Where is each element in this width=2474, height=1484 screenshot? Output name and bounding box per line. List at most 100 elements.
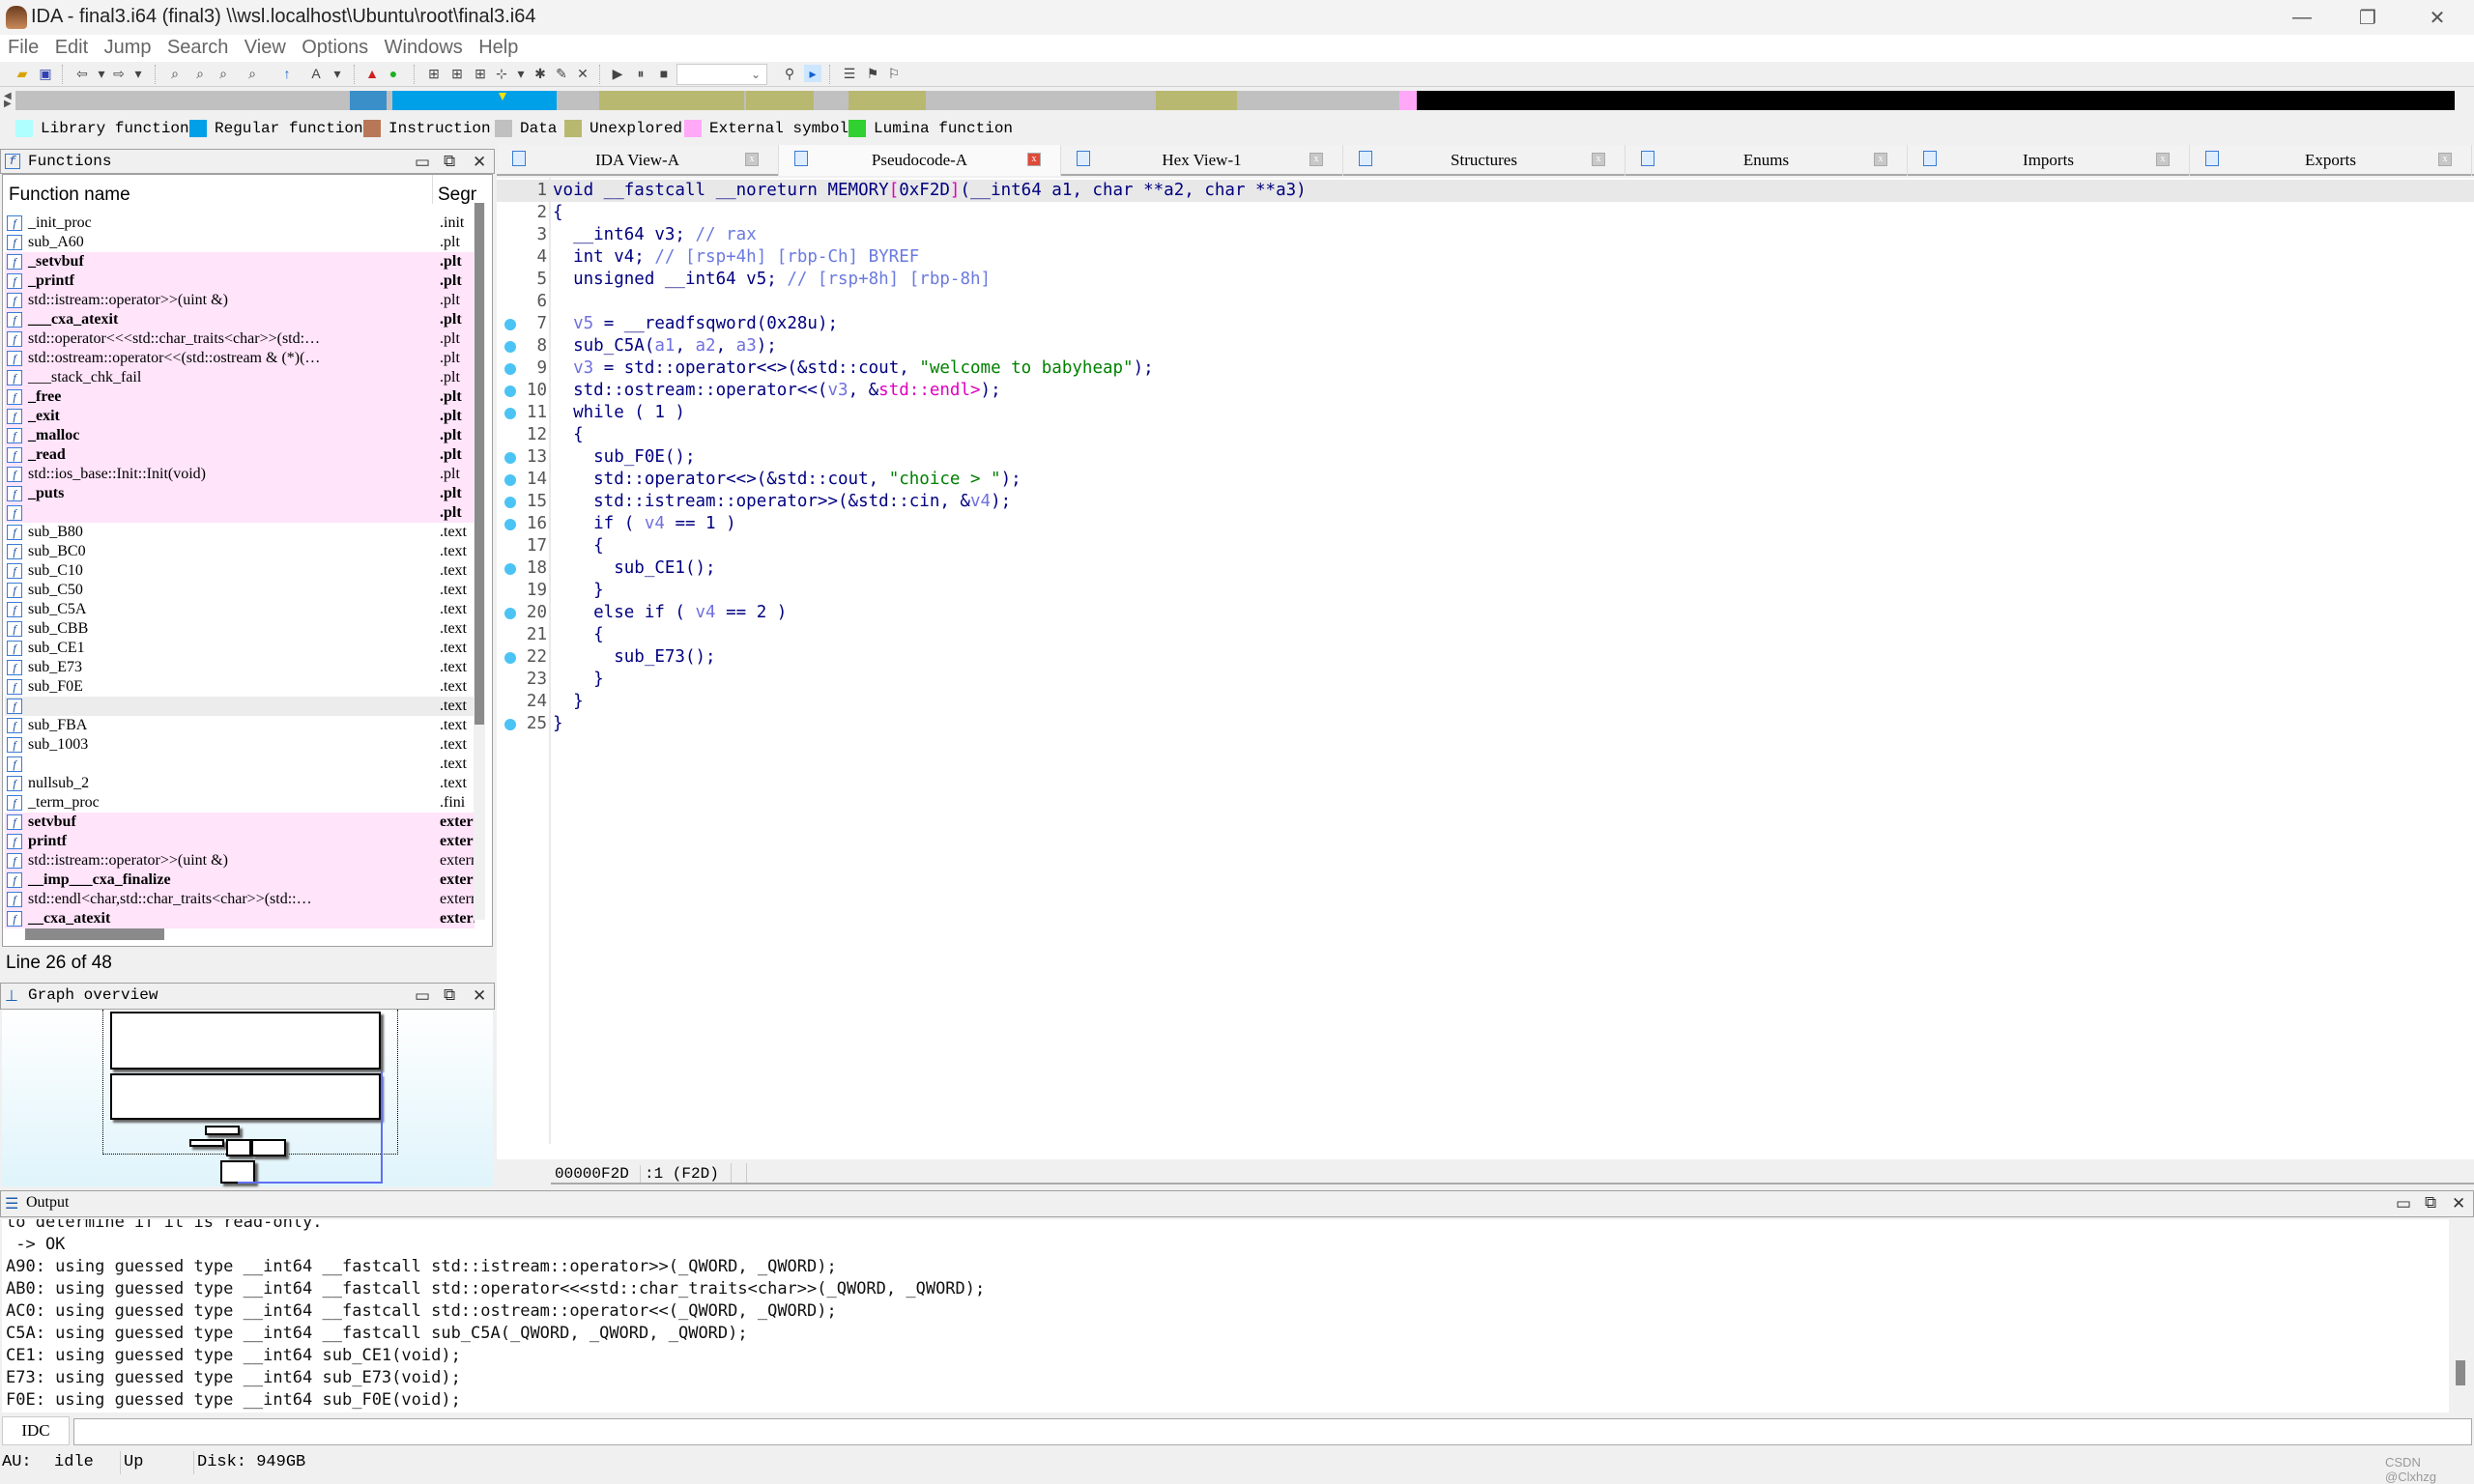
navigation-band[interactable] (15, 91, 2455, 110)
tab-ida-view-a[interactable]: IDA View-A x (497, 145, 779, 176)
function-row[interactable]: f std::ostream::operator<<(std::ostream &… (5, 349, 475, 368)
maximize-icon[interactable]: ▭ (415, 986, 430, 1007)
idc-language-button[interactable]: IDC (2, 1416, 70, 1445)
close-tab-icon[interactable]: x (1874, 153, 1887, 166)
make-ascii-icon[interactable]: ⊞ (472, 65, 489, 82)
column-header-segment[interactable]: Segment (438, 185, 476, 206)
function-row[interactable]: fprintf extern (5, 832, 475, 851)
code-line[interactable]: 21 { (497, 624, 2474, 646)
tab-enums[interactable]: Enums x (1625, 145, 1908, 176)
code-line[interactable]: 7 v5 = __readfsqword(0x28u); (497, 313, 2474, 335)
jump-up-icon[interactable]: ↑ (278, 65, 296, 82)
function-row[interactable]: f ___stack_chk_fail .plt (5, 368, 475, 387)
function-row[interactable]: f sub_C5A .text (5, 600, 475, 619)
code-line[interactable]: 1 void __fastcall __noreturn MEMORY[0xF2D… (497, 180, 2474, 202)
add-breakpoint-icon[interactable]: ⚑ (864, 65, 881, 82)
close-tab-icon[interactable]: x (2438, 153, 2452, 166)
function-row[interactable]: f .text (5, 697, 475, 716)
stop-analysis-icon[interactable]: ▲ (363, 65, 381, 82)
minimize-button[interactable]: — (2277, 2, 2327, 33)
start-debugger-icon[interactable]: ▶ (609, 65, 626, 82)
code-line[interactable]: 16 if ( v4 == 1 ) (497, 513, 2474, 535)
code-line[interactable]: 9 v3 = std::operator<<>(&std::cout, "wel… (497, 357, 2474, 380)
function-row[interactable]: f sub_F0E .text (5, 677, 475, 697)
menu-search[interactable]: Search (159, 35, 228, 59)
function-row[interactable]: f _setvbuf .plt (5, 252, 475, 271)
tab-hex-view-1[interactable]: Hex View-1 x (1061, 145, 1343, 176)
attach-debugger-icon[interactable]: ⚲ (781, 65, 798, 82)
code-line[interactable]: 18 sub_CE1(); (497, 557, 2474, 580)
close-tab-icon[interactable]: x (1309, 153, 1323, 166)
breakpoint-list-icon[interactable]: ☰ (841, 65, 858, 82)
function-row[interactable]: f sub_B80 .text (5, 523, 475, 542)
search-next-icon[interactable]: ⌕ (244, 65, 261, 82)
function-row[interactable]: f std::operator<<<std::char_traits<char>>… (5, 329, 475, 349)
code-line[interactable]: 6 (497, 291, 2474, 313)
float-icon[interactable]: ⧉ (444, 986, 455, 1006)
menu-options[interactable]: Options (294, 35, 368, 59)
search-immediate-icon[interactable]: ⌕ (215, 65, 232, 82)
debugger-select[interactable]: ⌄ (676, 64, 767, 85)
tab-imports[interactable]: Imports x (1908, 145, 2190, 176)
nav-scroll-left-icon[interactable]: ◀ ▶ (4, 92, 12, 109)
tab-exports[interactable]: Exports x (2190, 145, 2472, 176)
function-row[interactable]: f sub_CE1 .text (5, 639, 475, 658)
function-row[interactable]: f setvbuf extern (5, 813, 475, 832)
back-dropdown-icon[interactable]: ▾ (93, 65, 110, 82)
function-row[interactable]: f .text (5, 755, 475, 774)
code-line[interactable]: 15 std::istream::operator>>(&std::cin, &… (497, 491, 2474, 513)
restore-button[interactable]: ❐ (2343, 2, 2393, 33)
close-button[interactable]: ✕ (2412, 2, 2462, 33)
function-row[interactable]: f std::ios_base::Init::Init(void) .plt (5, 465, 475, 484)
menu-windows[interactable]: Windows (377, 35, 463, 59)
output-scroll-thumb[interactable] (2456, 1360, 2465, 1385)
text-format-dropdown-icon[interactable]: ▾ (329, 65, 346, 82)
menu-jump[interactable]: Jump (97, 35, 152, 59)
forward-dropdown-icon[interactable]: ▾ (129, 65, 147, 82)
menu-view[interactable]: View (237, 35, 286, 59)
maximize-icon[interactable]: ▭ (415, 153, 430, 173)
functions-list[interactable]: Function name Segment f_init_proc.initfs… (2, 174, 493, 947)
function-row[interactable]: f sub_CBB .text (5, 619, 475, 639)
function-row[interactable]: f __cxa_atexit extern (5, 909, 475, 928)
make-array-icon[interactable]: ✱ (532, 65, 549, 82)
functions-vertical-scroll-thumb[interactable] (475, 203, 484, 725)
analysis-status-icon[interactable]: ● (385, 65, 402, 82)
make-code-icon[interactable]: ⊞ (425, 65, 443, 82)
code-line[interactable]: 4 int v4; // [rsp+4h] [rbp-Ch] BYREF (497, 246, 2474, 269)
function-row[interactable]: f _init_proc .init (5, 214, 475, 233)
delete-breakpoint-icon[interactable]: ⚐ (885, 65, 903, 82)
function-row[interactable]: f sub_A60 .plt (5, 233, 475, 252)
function-row[interactable]: f _free .plt (5, 387, 475, 407)
code-line[interactable]: 17 { (497, 535, 2474, 557)
close-icon[interactable]: ✕ (473, 986, 486, 1007)
text-format-icon[interactable]: A (307, 65, 325, 82)
function-row[interactable]: f sub_FBA .text (5, 716, 475, 735)
pause-debugger-icon[interactable]: ⏸ (632, 65, 649, 82)
forward-icon[interactable]: ⇨ (110, 65, 128, 82)
code-line[interactable]: 13 sub_F0E(); (497, 446, 2474, 469)
open-icon[interactable]: ▰ (14, 65, 31, 82)
code-line[interactable]: 12 { (497, 424, 2474, 446)
code-line[interactable]: 23 } (497, 669, 2474, 691)
code-line[interactable]: 24 } (497, 691, 2474, 713)
function-row[interactable]: f sub_E73 .text (5, 658, 475, 677)
function-row[interactable]: f std::istream::operator>>(uint &) extern (5, 851, 475, 870)
string-dropdown-icon[interactable]: ▾ (512, 65, 530, 82)
tab-pseudocode-a[interactable]: Pseudocode-A x (779, 145, 1061, 176)
tab-structures[interactable]: Structures x (1343, 145, 1625, 176)
run-to-cursor-icon[interactable]: ▸ (804, 65, 821, 82)
graph-overview-canvas[interactable] (2, 1010, 493, 1186)
code-line[interactable]: 3 __int64 v3; // rax (497, 224, 2474, 246)
make-struct-icon[interactable]: ✎ (553, 65, 570, 82)
output-log[interactable]: to determine if it is read-only. -> OK A9… (2, 1219, 2457, 1413)
close-tab-icon[interactable]: x (1592, 153, 1605, 166)
code-line[interactable]: 2{ (497, 202, 2474, 224)
float-icon[interactable]: ⧉ (2425, 1194, 2436, 1213)
undefine-icon[interactable]: ✕ (574, 65, 591, 82)
function-row[interactable]: f nullsub_2 .text (5, 774, 475, 793)
function-row[interactable]: f _puts .plt (5, 484, 475, 503)
back-icon[interactable]: ⇦ (73, 65, 91, 82)
function-row[interactable]: f .plt (5, 503, 475, 523)
search-text-icon[interactable]: ⌕ (191, 65, 209, 82)
